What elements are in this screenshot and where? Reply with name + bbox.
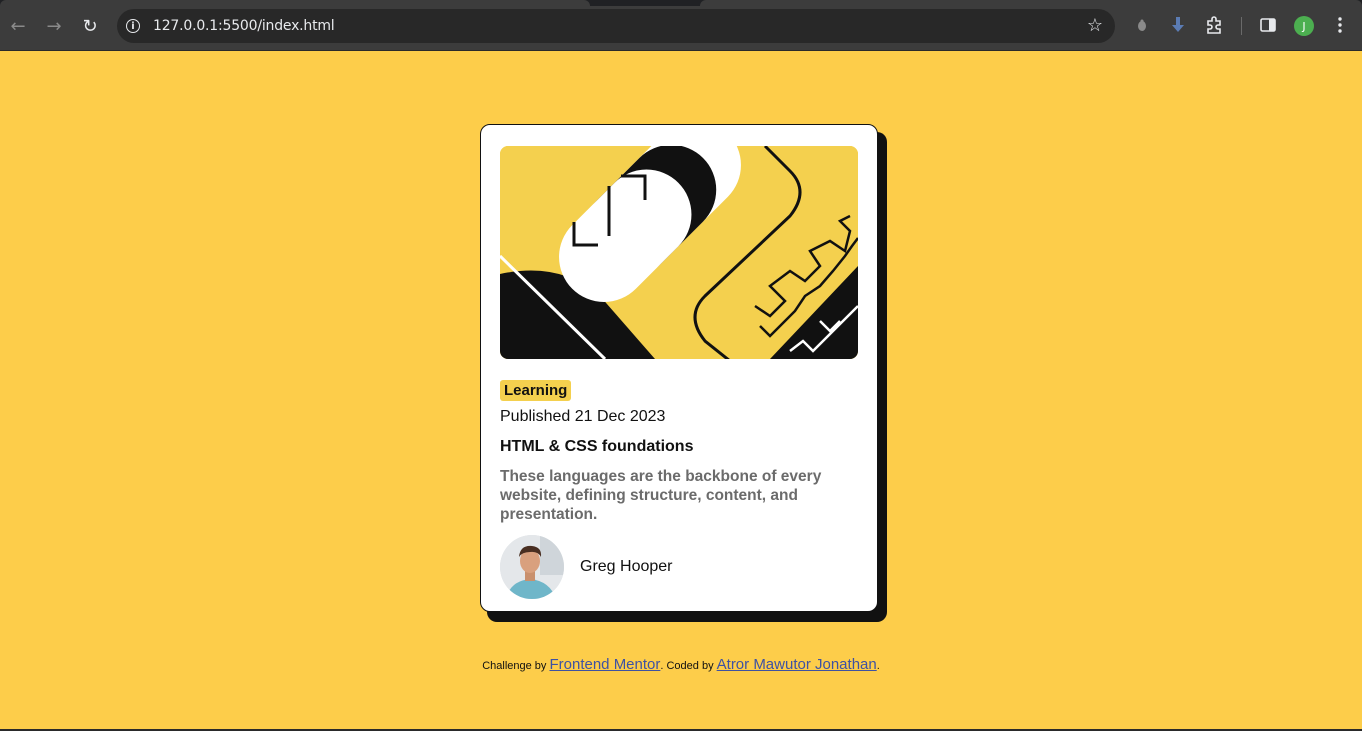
forward-arrow-icon[interactable]: → [41, 13, 67, 39]
frontend-mentor-link[interactable]: Frontend Mentor [549, 656, 660, 673]
category-tag: Learning [500, 380, 572, 401]
card-title[interactable]: HTML & CSS foundations [500, 438, 693, 456]
download-icon[interactable] [1167, 14, 1189, 36]
extension-icon[interactable] [1131, 14, 1153, 36]
toolbar-divider [1241, 17, 1242, 35]
puzzle-icon[interactable] [1203, 14, 1225, 36]
star-icon[interactable]: ☆ [1087, 15, 1103, 36]
url-text[interactable]: 127.0.0.1:5500/index.html [153, 18, 335, 34]
published-date: Published 21 Dec 2023 [500, 408, 666, 425]
attribution-middle: . Coded by [660, 660, 717, 672]
card-description: These languages are the backbone of ever… [500, 468, 822, 523]
tab-strip [0, 0, 1362, 6]
profile-avatar[interactable]: J [1294, 16, 1314, 36]
author-name: Greg Hooper [580, 558, 673, 575]
attribution-prefix: Challenge by [482, 660, 550, 672]
card-illustration [500, 146, 858, 359]
back-arrow-icon[interactable]: ← [5, 13, 31, 39]
tab-edge [700, 0, 1362, 6]
side-panel-icon[interactable] [1257, 14, 1279, 36]
attribution-suffix: . [876, 660, 880, 672]
address-bar[interactable]: i 127.0.0.1:5500/index.html ☆ [117, 9, 1115, 43]
tab-edge [0, 0, 590, 6]
browser-toolbar: ← → ↻ i 127.0.0.1:5500/index.html ☆ J [0, 0, 1362, 51]
blog-preview-card: Learning Published 21 Dec 2023 HTML & CS… [480, 124, 878, 612]
kebab-menu-icon[interactable] [1329, 14, 1351, 36]
attribution: Challenge by Frontend Mentor. Coded by A… [0, 656, 1362, 673]
author-avatar [500, 535, 564, 599]
coder-link[interactable]: Atror Mawutor Jonathan [717, 656, 877, 673]
info-icon[interactable]: i [123, 16, 143, 36]
reload-icon[interactable]: ↻ [77, 13, 103, 39]
